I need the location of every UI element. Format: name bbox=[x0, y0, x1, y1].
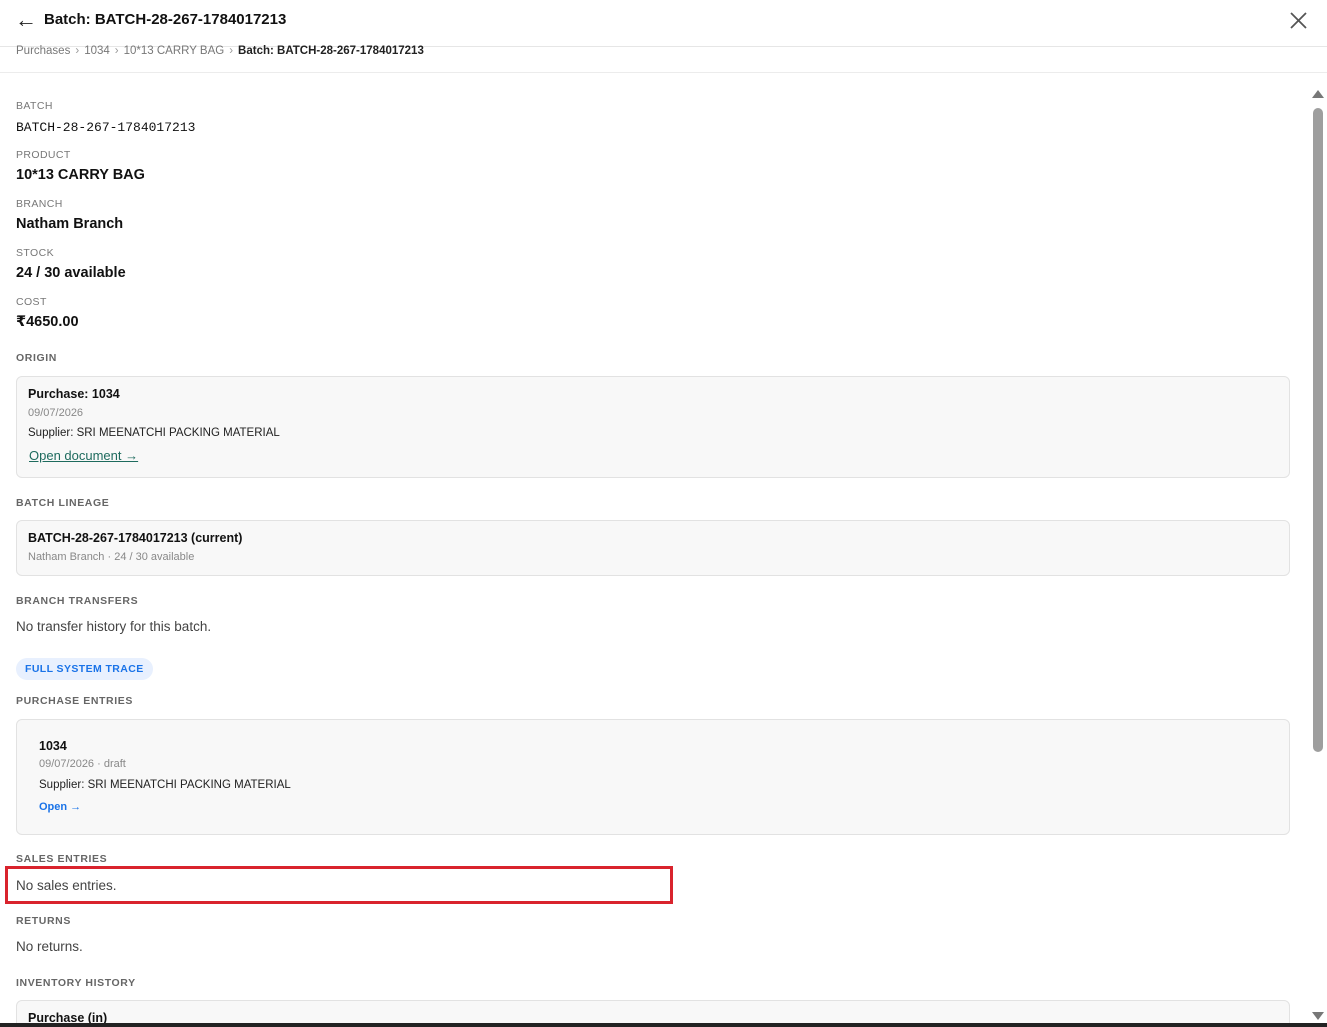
scrollbar[interactable] bbox=[1310, 86, 1326, 1027]
full-system-trace-badge: FULL SYSTEM TRACE bbox=[16, 658, 153, 680]
breadcrumb-purchase-1034[interactable]: 1034 bbox=[84, 45, 110, 57]
scroll-up-arrow-icon[interactable] bbox=[1312, 90, 1324, 98]
batch-label: BATCH bbox=[16, 100, 53, 112]
cost-value: ₹4650.00 bbox=[16, 314, 79, 330]
close-icon[interactable] bbox=[1288, 8, 1310, 32]
lineage-sub: Natham Branch · 24 / 30 available bbox=[28, 551, 195, 563]
sales-entries-section-label: SALES ENTRIES bbox=[16, 853, 108, 865]
breadcrumb-separator: › bbox=[114, 45, 119, 57]
bottom-edge bbox=[0, 1023, 1327, 1027]
stock-value: 24 / 30 available bbox=[16, 265, 126, 281]
branch-value: Natham Branch bbox=[16, 216, 124, 232]
stock-label: STOCK bbox=[16, 247, 54, 259]
cost-label: COST bbox=[16, 296, 47, 308]
lineage-title: BATCH-28-267-1784017213 (current) bbox=[28, 531, 243, 545]
transfers-section-label: BRANCH TRANSFERS bbox=[16, 595, 139, 607]
purchase-entry-card: 1034 09/07/2026 · draft Supplier: SRI ME… bbox=[16, 719, 1290, 835]
origin-supplier: Supplier: SRI MEENATCHI PACKING MATERIAL bbox=[28, 427, 280, 439]
returns-empty-text: No returns. bbox=[16, 939, 83, 954]
purchase-entry-supplier: Supplier: SRI MEENATCHI PACKING MATERIAL bbox=[39, 779, 291, 791]
origin-title: Purchase: 1034 bbox=[28, 387, 120, 401]
scroll-down-arrow-icon[interactable] bbox=[1312, 1012, 1324, 1020]
origin-section-label: ORIGIN bbox=[16, 352, 57, 364]
lineage-card: BATCH-28-267-1784017213 (current) Natham… bbox=[16, 520, 1290, 576]
breadcrumb-separator: › bbox=[229, 45, 234, 57]
product-label: PRODUCT bbox=[16, 149, 71, 161]
highlight-box bbox=[5, 866, 673, 904]
product-value: 10*13 CARRY BAG bbox=[16, 167, 145, 183]
origin-date: 09/07/2026 bbox=[28, 407, 84, 419]
breadcrumb-product[interactable]: 10*13 CARRY BAG bbox=[124, 45, 225, 57]
breadcrumb-current: Batch: BATCH-28-267-1784017213 bbox=[238, 45, 424, 57]
inventory-history-section-label: INVENTORY HISTORY bbox=[16, 977, 136, 989]
page-title: Batch: BATCH-28-267-1784017213 bbox=[44, 11, 287, 28]
transfers-empty-text: No transfer history for this batch. bbox=[16, 619, 212, 634]
breadcrumb-separator: › bbox=[75, 45, 80, 57]
breadcrumb: Purchases › 1034 › 10*13 CARRY BAG › Batch: BA… bbox=[16, 45, 424, 61]
top-bar: ← Batch: BATCH-28-267-1784017213 bbox=[0, 0, 1327, 47]
breadcrumb-purchases[interactable]: Purchases bbox=[16, 45, 70, 57]
branch-label: BRANCH bbox=[16, 198, 63, 210]
batch-value: BATCH-28-267-1784017213 bbox=[16, 120, 196, 135]
returns-section-label: RETURNS bbox=[16, 915, 71, 927]
purchase-entry-open-link[interactable]: Open → bbox=[39, 801, 81, 813]
lineage-section-label: BATCH LINEAGE bbox=[16, 497, 110, 509]
arrow-left-icon[interactable]: ← bbox=[15, 8, 37, 32]
purchase-entry-title: 1034 bbox=[39, 739, 67, 753]
purchase-entries-section-label: PURCHASE ENTRIES bbox=[16, 695, 133, 707]
scrollbar-thumb[interactable] bbox=[1313, 108, 1323, 752]
purchase-entry-sub: 09/07/2026 · draft bbox=[39, 758, 126, 770]
origin-card: Purchase: 1034 09/07/2026 Supplier: SRI … bbox=[16, 376, 1290, 478]
open-document-link[interactable]: Open document → bbox=[29, 448, 138, 463]
